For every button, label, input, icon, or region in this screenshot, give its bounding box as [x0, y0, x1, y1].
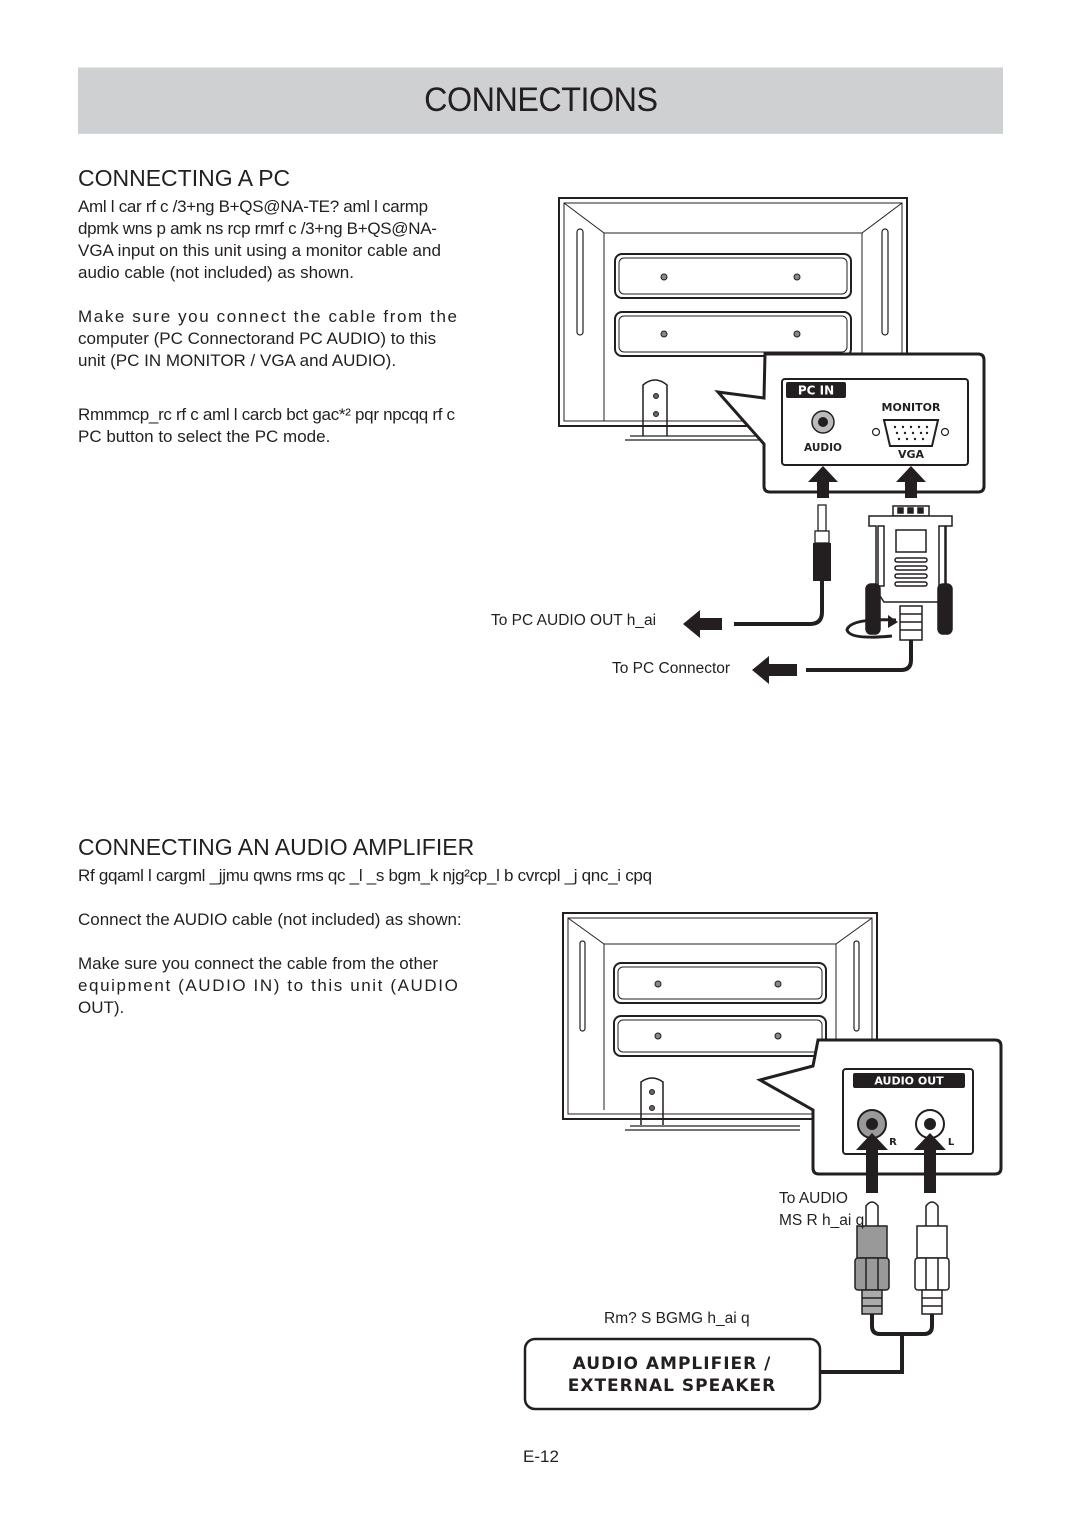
- amplifier-box-line1: AUDIO AMPLIFIER /: [573, 1354, 772, 1374]
- audio-out-badge-label: AUDIO OUT: [874, 1075, 944, 1088]
- audio-amplifier-box: [523, 1337, 822, 1411]
- pc-audio-out-label: To PC AUDIO OUT h_ai: [491, 612, 657, 629]
- audio-intro-line: Rf gqaml l cargml _jjmu qwns rms qc _l _…: [78, 866, 652, 885]
- pc-audio-port-label: AUDIO: [804, 442, 842, 454]
- to-input-label: Rm? S BGMG h_ai q: [604, 1310, 750, 1327]
- amplifier-box-line2: EXTERNAL SPEAKER: [568, 1376, 777, 1396]
- audio-connection-diagram: AUDIO OUT R L AUDIO AMPLIFIER / EXTERNAL…: [523, 912, 1003, 1411]
- pc-connection-diagram: PC IN AUDIO MONITOR VGA: [558, 197, 986, 684]
- to-audio-label-line1: To AUDIO: [779, 1190, 848, 1207]
- rca-plug-l: [914, 1201, 950, 1315]
- pc-connector-label: To PC Connector: [612, 660, 731, 677]
- audio-section-heading: CONNECTING AN AUDIO AMPLIFIER: [78, 834, 475, 860]
- vga-port: [882, 419, 940, 447]
- audio-plug-illustration: [734, 504, 831, 626]
- pc-in-badge-label: PC IN: [798, 384, 834, 398]
- audio-out-callout-panel: [756, 1038, 1003, 1176]
- pc-in-callout-panel: [714, 352, 986, 494]
- monitor-port-label: MONITOR: [882, 401, 941, 414]
- l-channel-label: L: [948, 1137, 955, 1148]
- audio-cable: [820, 1314, 934, 1374]
- r-channel-label: R: [889, 1137, 897, 1148]
- page-number: E-12: [523, 1447, 559, 1466]
- to-audio-label-line2: MS R h_ai q: [779, 1212, 865, 1229]
- vga-port-label: VGA: [898, 448, 925, 461]
